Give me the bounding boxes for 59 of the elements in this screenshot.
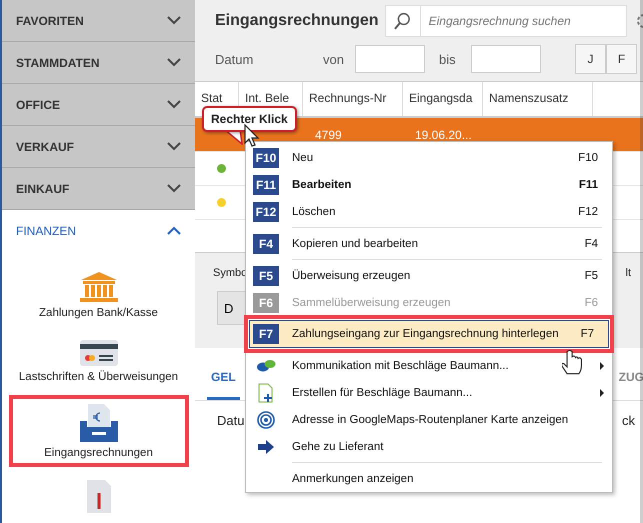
hotkey-badge: F10 [253, 148, 279, 168]
from-label: von [323, 52, 345, 66]
column-header[interactable]: Stat [201, 91, 222, 105]
credit-card-icon [78, 339, 118, 367]
table-cell-text: 4799 [314, 128, 343, 142]
menu-item[interactable]: F5 Überweisung erzeugen F5 [246, 262, 612, 289]
hotkey-badge: F7 [253, 324, 279, 344]
target-icon [257, 410, 275, 428]
chevron-icon [167, 226, 181, 235]
page-title: Eingangsrechnungen [215, 12, 380, 30]
submenu-arrow-icon [600, 362, 604, 370]
search-field[interactable]: Eingangsrechnung suchen [385, 5, 627, 37]
column-header[interactable]: ck [622, 413, 643, 437]
to-date-field[interactable] [471, 45, 541, 73]
chevron-icon [167, 142, 181, 151]
sidebar-section[interactable]: STAMMDATEN [2, 42, 195, 84]
month-button[interactable]: F [606, 44, 637, 74]
menu-item[interactable]: F11 Bearbeiten F11 [246, 171, 612, 198]
submenu-arrow-icon [600, 388, 604, 396]
to-label: bis [439, 52, 457, 66]
hotkey-badge: F4 [253, 234, 279, 254]
sidebar-section[interactable]: EINKAUF [2, 168, 195, 210]
menu-item[interactable]: F12 Löschen F12 [246, 198, 612, 225]
month-button[interactable]: J [575, 44, 606, 74]
chevron-icon [167, 16, 181, 25]
menu-item[interactable]: Adresse in GoogleMaps-Routenplaner Karte anzeigen [246, 406, 612, 433]
bank-icon [78, 271, 118, 303]
sidebar-section[interactable]: OFFICE [2, 84, 195, 126]
column-header[interactable]: Eingangsda [409, 91, 472, 105]
chevron-icon [167, 100, 181, 109]
menu-item[interactable]: Anmerkungen anzeigen [246, 465, 612, 492]
sidebar-item[interactable]: Zahlungen Bank/Kasse [8, 263, 188, 327]
chevron-icon [167, 184, 181, 193]
sidebar-section[interactable]: VERKAUF [2, 126, 195, 168]
hotkey-badge: F12 [253, 202, 279, 222]
sidebar-item[interactable]: Lastschriften & Überweisungen [8, 331, 188, 391]
menu-item[interactable]: Erstellen für Beschläge Baumann... [246, 379, 612, 406]
tab[interactable]: GEL [207, 370, 240, 400]
column-header[interactable]: Int. Bele [245, 91, 290, 105]
tab[interactable]: ZUG [614, 370, 643, 400]
new-document-icon [257, 382, 275, 402]
from-date-field[interactable] [355, 45, 425, 73]
menu-item[interactable]: F4 Kopieren und bearbeiten F4 [246, 230, 612, 257]
chat-bubbles-icon [256, 358, 276, 374]
right-arrow-icon [257, 440, 275, 454]
invoice-tray-icon [78, 403, 118, 443]
search-icon [394, 12, 412, 30]
column-header[interactable]: Namenszusatz [489, 91, 568, 105]
sidebar-item[interactable]: Eingangsrechnungen [8, 395, 188, 467]
column-header[interactable]: Rechnungs-Nr [309, 91, 386, 105]
sidebar-section[interactable]: FAVORITEN [2, 0, 195, 42]
hotkey-badge: F6 [253, 292, 279, 312]
menu-item[interactable]: Gehe zu Lieferant [246, 433, 612, 460]
chevron-icon [167, 58, 181, 67]
hotkey-badge: F5 [253, 266, 279, 286]
date-label: Datum [215, 52, 254, 66]
table-cell-text: 19.06.20... [414, 128, 473, 142]
column-label: lt [626, 267, 631, 279]
hotkey-badge: F11 [253, 174, 279, 194]
